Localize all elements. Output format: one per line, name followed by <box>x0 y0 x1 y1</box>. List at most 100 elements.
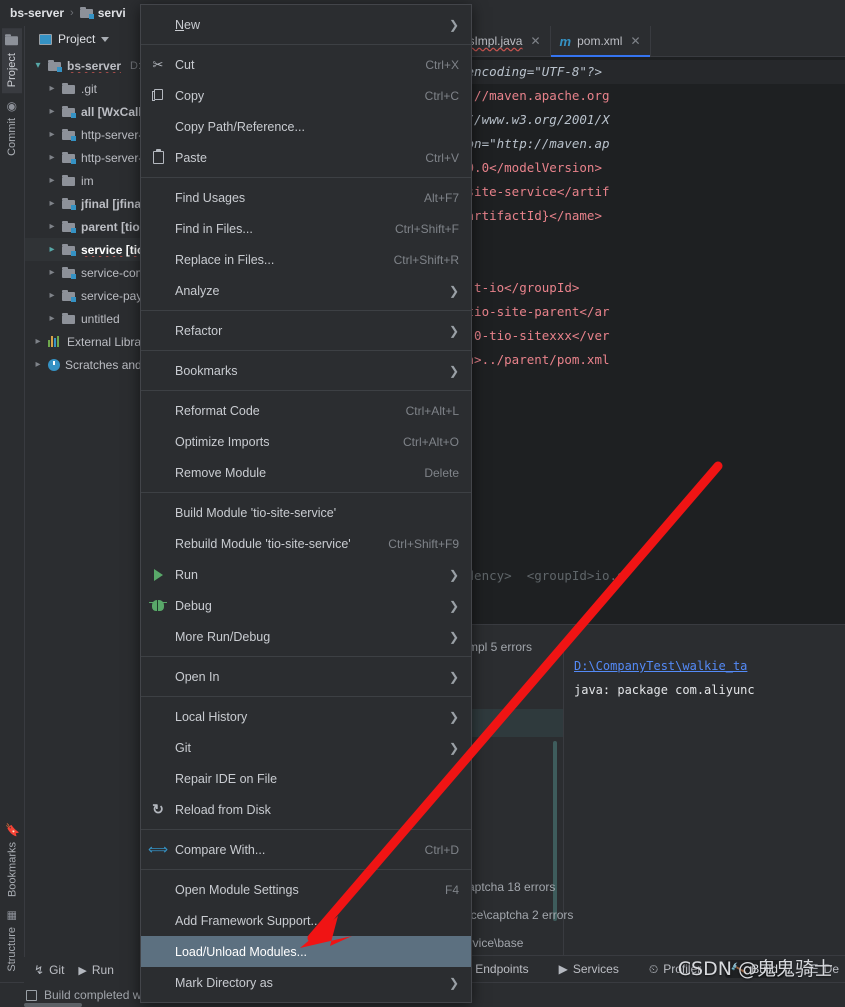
project-window-icon <box>39 33 52 45</box>
menu-label-remove-module: Remove Module <box>175 465 267 480</box>
chevron-right-icon[interactable]: ▸ <box>47 152 57 163</box>
chevron-right-icon: ❯ <box>448 740 459 755</box>
menu-item-bookmarks[interactable]: Bookmarks ❯ <box>141 355 471 386</box>
chevron-right-icon[interactable]: ▸ <box>47 267 57 278</box>
chevron-down-icon[interactable]: ▾ <box>33 60 43 71</box>
bottom-item-label: Git <box>49 963 65 977</box>
menu-item-rebuild-module[interactable]: Rebuild Module 'tio-site-service' Ctrl+S… <box>141 528 471 559</box>
menu-shortcut-copy: Ctrl+C <box>424 88 459 103</box>
menu-item-repair-ide-on-file[interactable]: Repair IDE on File <box>141 763 471 794</box>
build-detail-link[interactable]: D:\CompanyTest\walkie_ta <box>574 659 845 673</box>
build-tree-scrollbar[interactable] <box>553 741 557 921</box>
bookmark-icon: 🔖 <box>4 823 20 838</box>
left-tool-strip: Project Commit ◉ Bookmarks 🔖 Structure ▦ <box>0 26 25 982</box>
bottom-item-services[interactable]: ▶ Services <box>553 960 625 978</box>
menu-label-repair-ide: Repair IDE on File <box>175 771 278 786</box>
tab-pom-xml[interactable]: m pom.xml ✕ <box>550 26 651 57</box>
context-menu[interactable]: New ❯ ✂ Cut Ctrl+X Copy Ctrl+C Copy Path… <box>140 4 472 1003</box>
sidebar-item-commit[interactable]: Commit ◉ <box>3 93 21 162</box>
build-hidden-row-2: captcha 18 errors <box>462 880 556 894</box>
menu-separator <box>141 390 471 391</box>
chevron-right-icon[interactable]: ▸ <box>47 175 57 186</box>
sidebar-item-project[interactable]: Project <box>2 28 22 94</box>
menu-item-copy[interactable]: Copy Ctrl+C <box>141 80 471 111</box>
menu-item-open-in[interactable]: Open In ❯ <box>141 661 471 692</box>
module-folder-icon <box>62 220 76 233</box>
tree-node-label: jfinal [jfinal <box>81 196 145 211</box>
reload-icon: ↻ <box>152 801 164 817</box>
menu-label-cut: Cut <box>175 57 195 72</box>
chevron-right-icon[interactable]: ▸ <box>47 221 57 232</box>
structure-icon: ▦ <box>6 910 18 923</box>
menu-label-copy: Copy <box>175 88 205 103</box>
watermark: CSDN @鬼鬼骑士 <box>677 958 833 980</box>
module-folder-icon <box>79 7 94 19</box>
chevron-down-icon[interactable] <box>101 36 110 42</box>
chevron-right-icon[interactable]: ▸ <box>47 244 57 255</box>
folder-icon <box>5 34 19 48</box>
breadcrumb-current-wrap[interactable]: servi <box>79 6 126 20</box>
chevron-right-icon[interactable]: ▸ <box>47 313 57 324</box>
chevron-right-icon[interactable]: ▸ <box>33 336 43 347</box>
menu-item-reformat-code[interactable]: Reformat Code Ctrl+Alt+L <box>141 395 471 426</box>
scissors-icon: ✂ <box>152 56 164 72</box>
tree-node-label: .git <box>81 81 98 96</box>
chevron-right-icon[interactable]: ▸ <box>47 290 57 301</box>
menu-item-remove-module[interactable]: Remove Module Delete <box>141 457 471 488</box>
chevron-right-icon[interactable]: ▸ <box>33 359 43 370</box>
chevron-right-icon[interactable]: ▸ <box>47 198 57 209</box>
bottom-item-run[interactable]: ▶ Run <box>78 963 113 977</box>
menu-item-debug[interactable]: Debug ❯ <box>141 590 471 621</box>
menu-label-more-run-debug: More Run/Debug <box>175 629 271 644</box>
sidebar-item-bookmarks[interactable]: Bookmarks 🔖 <box>2 817 23 903</box>
menu-item-replace-in-files[interactable]: Replace in Files... Ctrl+Shift+R <box>141 244 471 275</box>
menu-item-cut[interactable]: ✂ Cut Ctrl+X <box>141 49 471 80</box>
menu-separator <box>141 696 471 697</box>
chevron-right-icon: ❯ <box>448 567 459 582</box>
chevron-right-icon[interactable]: ▸ <box>47 129 57 140</box>
bookmarks-tab-label: Bookmarks <box>5 842 18 898</box>
menu-item-mark-directory-as[interactable]: Mark Directory as ❯ <box>141 967 471 998</box>
menu-item-analyze[interactable]: Analyze ❯ <box>141 275 471 306</box>
menu-item-git[interactable]: Git ❯ <box>141 732 471 763</box>
run-icon <box>141 568 175 581</box>
menu-item-build-module[interactable]: Build Module 'tio-site-service' <box>141 497 471 528</box>
copy-icon <box>141 89 175 102</box>
breadcrumb-root[interactable]: bs-server <box>10 6 64 20</box>
menu-item-more-run-debug[interactable]: More Run/Debug ❯ <box>141 621 471 652</box>
chevron-right-icon[interactable]: ▸ <box>47 106 57 117</box>
chevron-right-icon[interactable]: ▸ <box>47 83 57 94</box>
menu-label-optimize-imports: Optimize Imports <box>175 434 270 449</box>
menu-item-local-history[interactable]: Local History ❯ <box>141 701 471 732</box>
menu-item-new[interactable]: New ❯ <box>141 9 471 40</box>
tree-node-label: http-server- <box>81 127 143 142</box>
project-tab-label: Project <box>6 53 18 88</box>
menu-item-reload-from-disk[interactable]: ↻ Reload from Disk <box>141 794 471 825</box>
menu-item-find-usages[interactable]: Find Usages Alt+F7 <box>141 182 471 213</box>
menu-shortcut-cut: Ctrl+X <box>425 57 459 72</box>
bottom-item-git[interactable]: ↯ Git <box>34 963 64 977</box>
menu-item-find-in-files[interactable]: Find in Files... Ctrl+Shift+F <box>141 213 471 244</box>
menu-item-add-framework-support[interactable]: Add Framework Support... <box>141 905 471 936</box>
bottom-item-label: Endpoints <box>475 962 529 976</box>
menu-shortcut-reformat-code: Ctrl+Alt+L <box>405 403 459 418</box>
close-icon[interactable]: ✕ <box>530 34 540 48</box>
tab-label: pom.xml <box>577 34 623 48</box>
menu-label-find-in-files: Find in Files... <box>175 221 253 236</box>
menu-item-copy-path-reference[interactable]: Copy Path/Reference... <box>141 111 471 142</box>
breadcrumb-separator: › <box>70 7 74 19</box>
horizontal-scrollbar[interactable] <box>24 1003 82 1007</box>
close-icon[interactable]: ✕ <box>630 34 640 48</box>
menu-item-open-module-settings[interactable]: Open Module Settings F4 <box>141 874 471 905</box>
status-message: Build completed wit <box>44 988 148 1002</box>
sidebar-item-structure[interactable]: Structure ▦ <box>3 903 21 978</box>
menu-label-rebuild-module: Rebuild Module 'tio-site-service' <box>175 536 351 551</box>
menu-item-paste[interactable]: Paste Ctrl+V <box>141 142 471 173</box>
menu-item-refactor[interactable]: Refactor ❯ <box>141 315 471 346</box>
menu-item-load-unload-modules[interactable]: Load/Unload Modules... <box>141 936 471 967</box>
menu-item-optimize-imports[interactable]: Optimize Imports Ctrl+Alt+O <box>141 426 471 457</box>
menu-label-local-history: Local History <box>175 709 248 724</box>
menu-item-run[interactable]: Run ❯ <box>141 559 471 590</box>
menu-item-compare-with[interactable]: ⟺ Compare With... Ctrl+D <box>141 834 471 865</box>
breadcrumb-current: servi <box>97 6 126 20</box>
